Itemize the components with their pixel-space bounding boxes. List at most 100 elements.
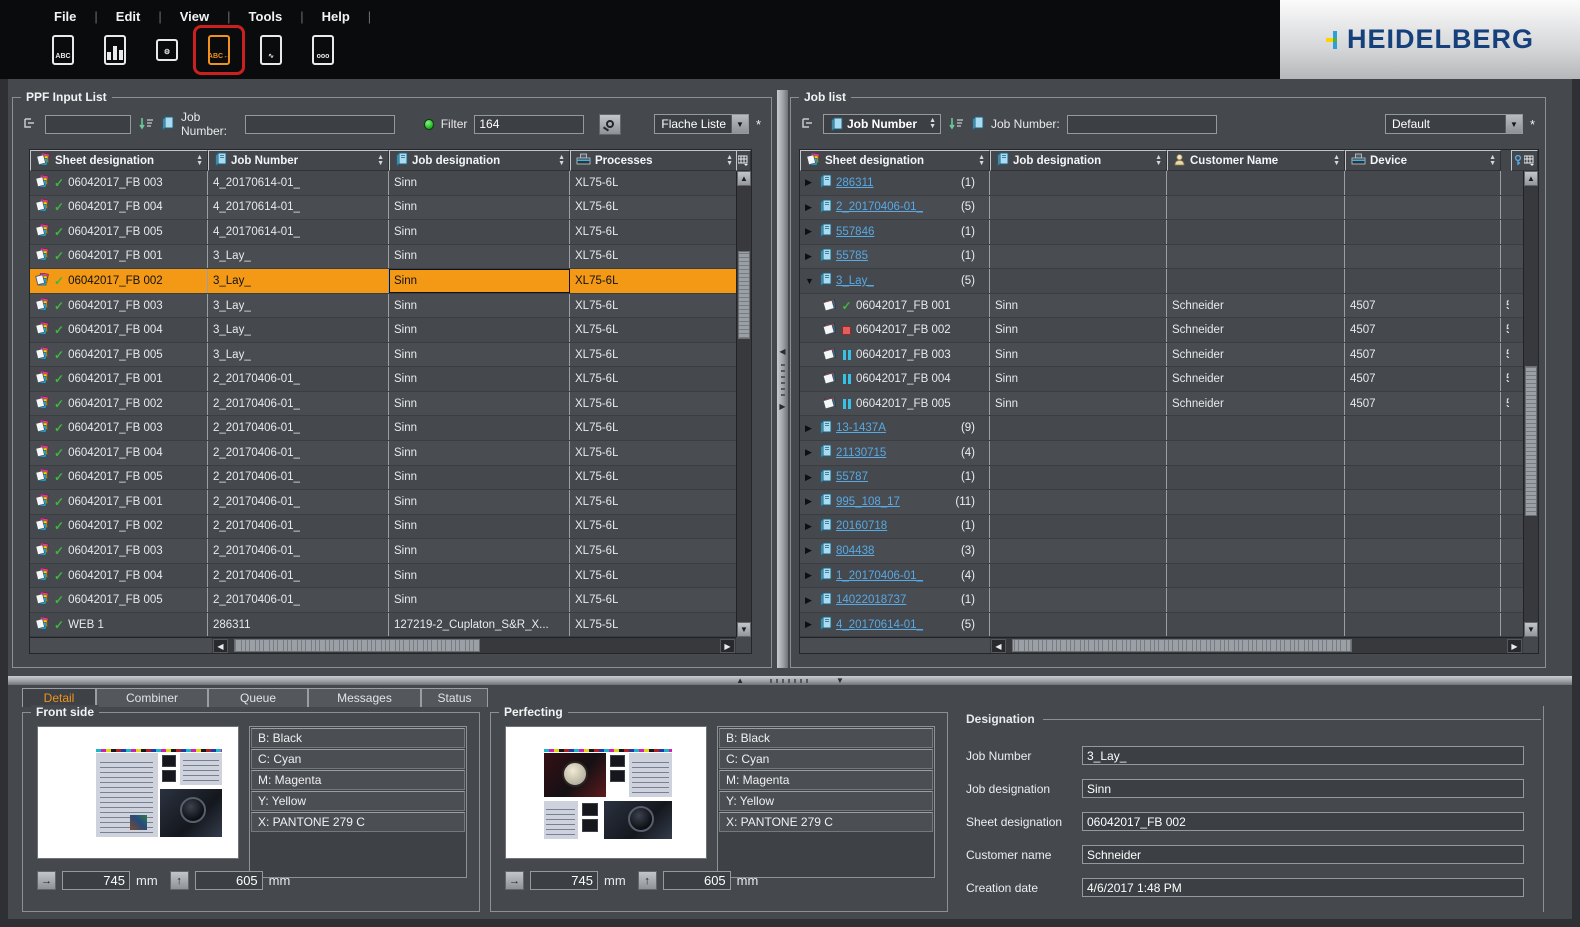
job-number-link[interactable]: 1_20170406-01_ [836,570,923,582]
collapse-right-icon[interactable]: ▶ [779,402,785,411]
expand-triangle-icon[interactable]: ▶ [805,472,815,483]
document-signature-icon[interactable]: ∿ [256,32,286,68]
ppf-table-row[interactable]: ✓06042017_FB 004 4_20170614-01_ Sinn XL7… [30,196,738,221]
job-number-link[interactable]: 2_20170406-01_ [836,201,923,213]
job-group-row[interactable]: ▶14022018737(1) [800,588,1525,613]
expand-triangle-icon[interactable]: ▶ [805,251,815,262]
sort-arrows-icon[interactable]: ▲▼ [978,155,986,166]
job-group-row[interactable]: ▶21130715(4) [800,441,1525,466]
job-designation-input[interactable] [1082,779,1524,798]
job-group-row[interactable]: ▶2_20170406-01_(5) [800,196,1525,221]
ppf-table-row[interactable]: ✓06042017_FB 001 3_Lay_ Sinn XL75-6L [30,245,738,270]
workstation-settings-icon[interactable]: ⚙ [152,32,182,68]
menu-file[interactable]: File [44,7,86,26]
sort-order-icon[interactable] [948,116,964,133]
expand-triangle-icon[interactable]: ▶ [805,202,815,213]
job-group-row[interactable]: ▶557846(1) [800,220,1525,245]
menu-tools[interactable]: Tools [239,7,293,26]
job-group-row[interactable]: ▶1_20170406-01_(4) [800,564,1525,589]
job-number-link[interactable]: 804438 [836,545,874,557]
scroll-right-icon[interactable]: ▶ [1507,639,1522,653]
ppf-table-row[interactable]: ✓06042017_FB 002 2_20170406-01_ Sinn XL7… [30,392,738,417]
column-header-job-designation[interactable]: Job designation▲▼ [389,150,570,171]
sort-arrows-icon[interactable]: ▲▼ [558,155,566,166]
abc-document-icon[interactable]: ABC [48,32,78,68]
job-group-row[interactable]: ▶13-1437A(9) [800,416,1525,441]
color-list-item[interactable]: B: Black [719,728,933,748]
job-number-link[interactable]: 21130715 [836,447,886,459]
scroll-down-icon[interactable]: ▼ [1524,622,1538,637]
job-vertical-scrollbar[interactable]: ▲ ▼ [1523,171,1538,637]
job-sheet-row[interactable]: 06042017_FB 002 Sinn Schneider 4507 5 [800,318,1525,343]
collapse-triangle-icon[interactable]: ▼ [805,276,815,286]
job-group-row[interactable]: ▶55785(1) [800,245,1525,270]
column-header-processes[interactable]: Processes▲▼ [570,150,738,171]
column-config-icon[interactable] [1511,150,1538,171]
color-list-item[interactable]: X: PANTONE 279 C [719,812,933,832]
group-by-dropdown[interactable]: Job Number▲▼ [823,114,941,134]
job-number-link[interactable]: 286311 [836,177,874,189]
job-number-link[interactable]: 13-1437A [836,422,886,434]
menu-view[interactable]: View [170,7,219,26]
expand-triangle-icon[interactable]: ▶ [805,521,815,532]
chevron-down-icon[interactable]: ▼ [1505,115,1522,133]
job-hscroll-thumb[interactable] [1012,639,1352,652]
menu-edit[interactable]: Edit [106,7,151,26]
sort-arrows-icon[interactable]: ▲▼ [196,155,204,166]
sort-arrows-icon[interactable]: ▲▼ [1155,155,1163,166]
color-list-item[interactable]: C: Cyan [719,749,933,769]
abc-import-icon[interactable]: ABC← [204,32,234,68]
tab-messages[interactable]: Messages [308,688,421,707]
expand-triangle-icon[interactable]: ▶ [805,570,815,581]
sequence-input[interactable] [45,115,131,134]
ppf-table-row[interactable]: ✓06042017_FB 004 2_20170406-01_ Sinn XL7… [30,441,738,466]
job-number-input[interactable] [1082,746,1524,765]
color-list-item[interactable]: B: Black [251,728,465,748]
color-list-item[interactable]: M: Magenta [251,770,465,790]
sheet-height-input[interactable] [663,871,731,890]
job-number-link[interactable]: 14022018737 [836,594,906,606]
column-header-customer-name[interactable]: Customer Name▲▼ [1167,150,1345,171]
job-group-row[interactable]: ▶55787(1) [800,466,1525,491]
scroll-left-icon[interactable]: ◀ [991,639,1006,653]
expand-triangle-icon[interactable]: ▶ [805,177,815,188]
sheet-width-input[interactable] [530,871,598,890]
ppf-table-row[interactable]: ✓06042017_FB 001 2_20170406-01_ Sinn XL7… [30,367,738,392]
job-group-row[interactable]: ▶20160718(1) [800,515,1525,540]
ppf-table-row[interactable]: ✓06042017_FB 001 2_20170406-01_ Sinn XL7… [30,490,738,515]
column-header-job-number[interactable]: Job Number▲▼ [208,150,389,171]
job-number-link[interactable]: 557846 [836,226,874,238]
expand-triangle-icon[interactable]: ▶ [805,595,815,606]
sheet-height-input[interactable] [195,871,263,890]
job-sheet-row[interactable]: 06042017_FB 004 Sinn Schneider 4507 5 [800,367,1525,392]
sheet-width-input[interactable] [62,871,130,890]
ppf-table-row[interactable]: ✓06042017_FB 004 2_20170406-01_ Sinn XL7… [30,564,738,589]
perfecting-preview[interactable] [505,726,707,859]
ppf-vertical-scrollbar[interactable]: ▲ ▼ [736,171,751,637]
tab-combiner[interactable]: Combiner [96,688,208,707]
vertical-splitter[interactable]: ◀▶ [777,90,788,668]
ppf-vscroll-thumb[interactable] [738,251,750,339]
color-list-item[interactable]: C: Cyan [251,749,465,769]
menu-help[interactable]: Help [312,7,360,26]
job-number-link[interactable]: 55785 [836,250,868,262]
tab-status[interactable]: Status [421,688,488,707]
sort-arrows-icon[interactable]: ▲▼ [1333,155,1341,166]
job-number-link[interactable]: 3_Lay_ [836,275,874,287]
job-vscroll-thumb[interactable] [1525,366,1537,516]
job-group-row[interactable]: ▶286311(1) [800,171,1525,196]
job-group-row[interactable]: ▶4_20170614-01_(5) [800,613,1525,638]
expand-triangle-icon[interactable]: ▶ [805,423,815,434]
column-header-device[interactable]: Device▲▼ [1345,150,1501,171]
sort-arrows-icon[interactable]: ▲▼ [377,155,385,166]
ppf-table-row[interactable]: ✓WEB 1 286311 127219-2_Cuplaton_S&R_X...… [30,613,738,638]
sheet-designation-input[interactable] [1082,812,1524,831]
job-sheet-row[interactable]: ✓06042017_FB 001 Sinn Schneider 4507 5 [800,294,1525,319]
expand-triangle-icon[interactable]: ▶ [805,619,815,630]
search-button[interactable] [599,114,621,135]
spinner-arrows-icon[interactable]: ▲▼ [925,118,940,130]
job-horizontal-scrollbar[interactable]: ◀ ▶ [800,637,1523,653]
front-side-preview[interactable] [37,726,239,859]
column-header-sheet-designation[interactable]: Sheet designation▲▼ [800,150,990,171]
tree-structure-icon[interactable] [23,117,38,132]
